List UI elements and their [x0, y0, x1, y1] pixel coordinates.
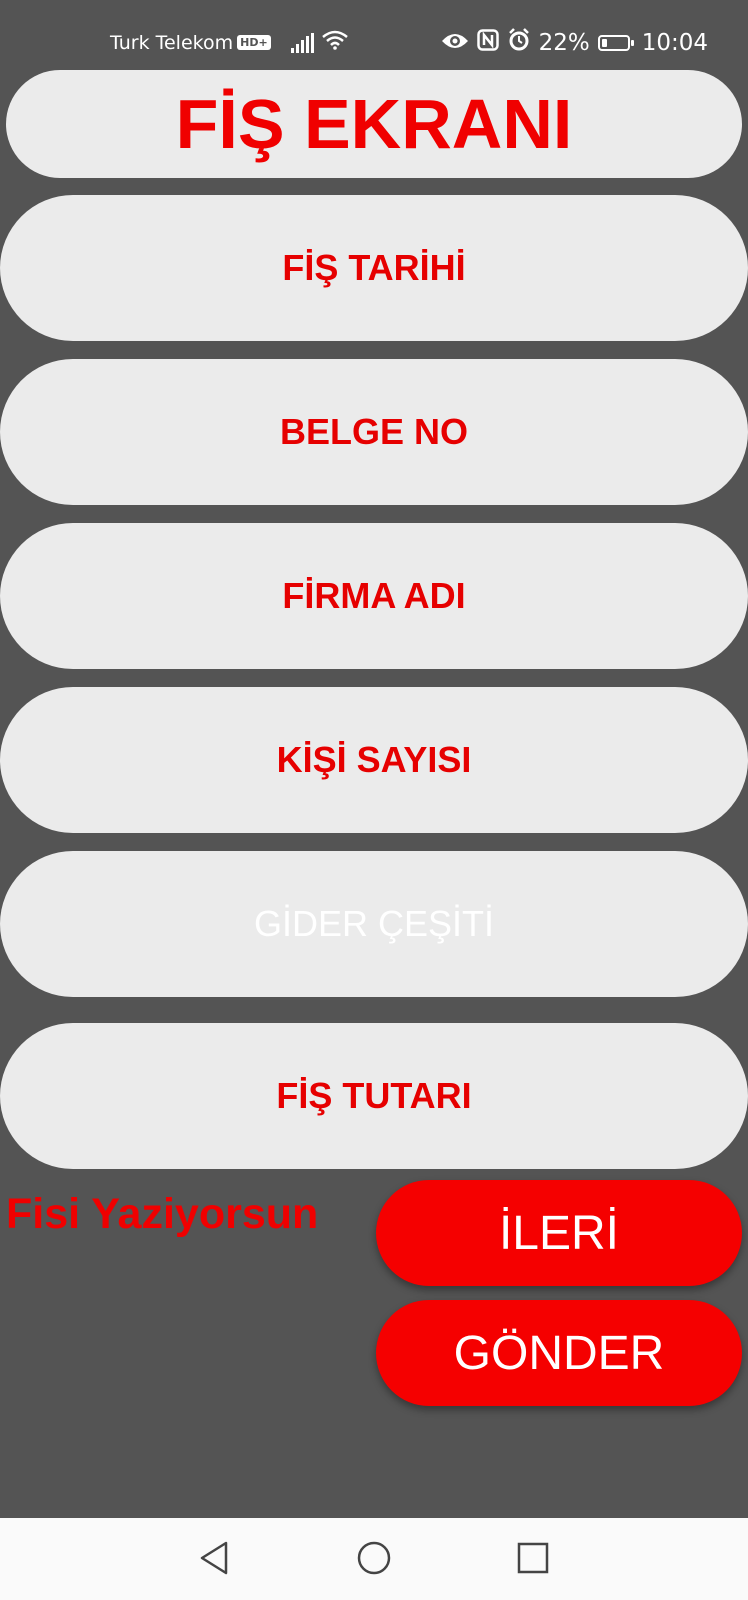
company-name-field[interactable]: FİRMA ADI	[0, 523, 748, 669]
recents-icon[interactable]	[513, 1538, 553, 1578]
status-message: Fisi Yaziyorsun	[6, 1190, 319, 1238]
person-count-field[interactable]: KİŞİ SAYISI	[0, 687, 748, 833]
document-no-field[interactable]: BELGE NO	[0, 359, 748, 505]
battery-percent: 22%	[538, 30, 590, 56]
signal-icon	[290, 32, 314, 53]
status-left: Turk Telekom HD+	[110, 30, 348, 55]
back-icon[interactable]	[194, 1538, 234, 1578]
eye-icon	[441, 30, 469, 56]
wifi-icon	[321, 30, 348, 55]
status-right: 22% 10:04	[441, 28, 708, 58]
alarm-icon	[507, 28, 531, 58]
battery-icon	[597, 35, 634, 51]
carrier-name: Turk Telekom	[110, 31, 234, 54]
status-bar: Turk Telekom HD+ 22% 10:04	[0, 0, 748, 70]
receipt-date-field[interactable]: FİŞ TARİHİ	[0, 195, 748, 341]
navigation-bar	[0, 1518, 748, 1600]
next-button[interactable]: İLERİ	[376, 1180, 742, 1286]
clock: 10:04	[641, 30, 708, 56]
hd-badge: HD+	[237, 35, 271, 50]
receipt-amount-field[interactable]: FİŞ TUTARI	[0, 1023, 748, 1169]
send-button[interactable]: GÖNDER	[376, 1300, 742, 1406]
home-icon[interactable]	[354, 1538, 394, 1578]
nfc-icon	[476, 29, 499, 57]
page-title: FİŞ EKRANI	[6, 70, 742, 178]
expense-type-field[interactable]: GİDER ÇEŞİTİ	[0, 851, 748, 997]
